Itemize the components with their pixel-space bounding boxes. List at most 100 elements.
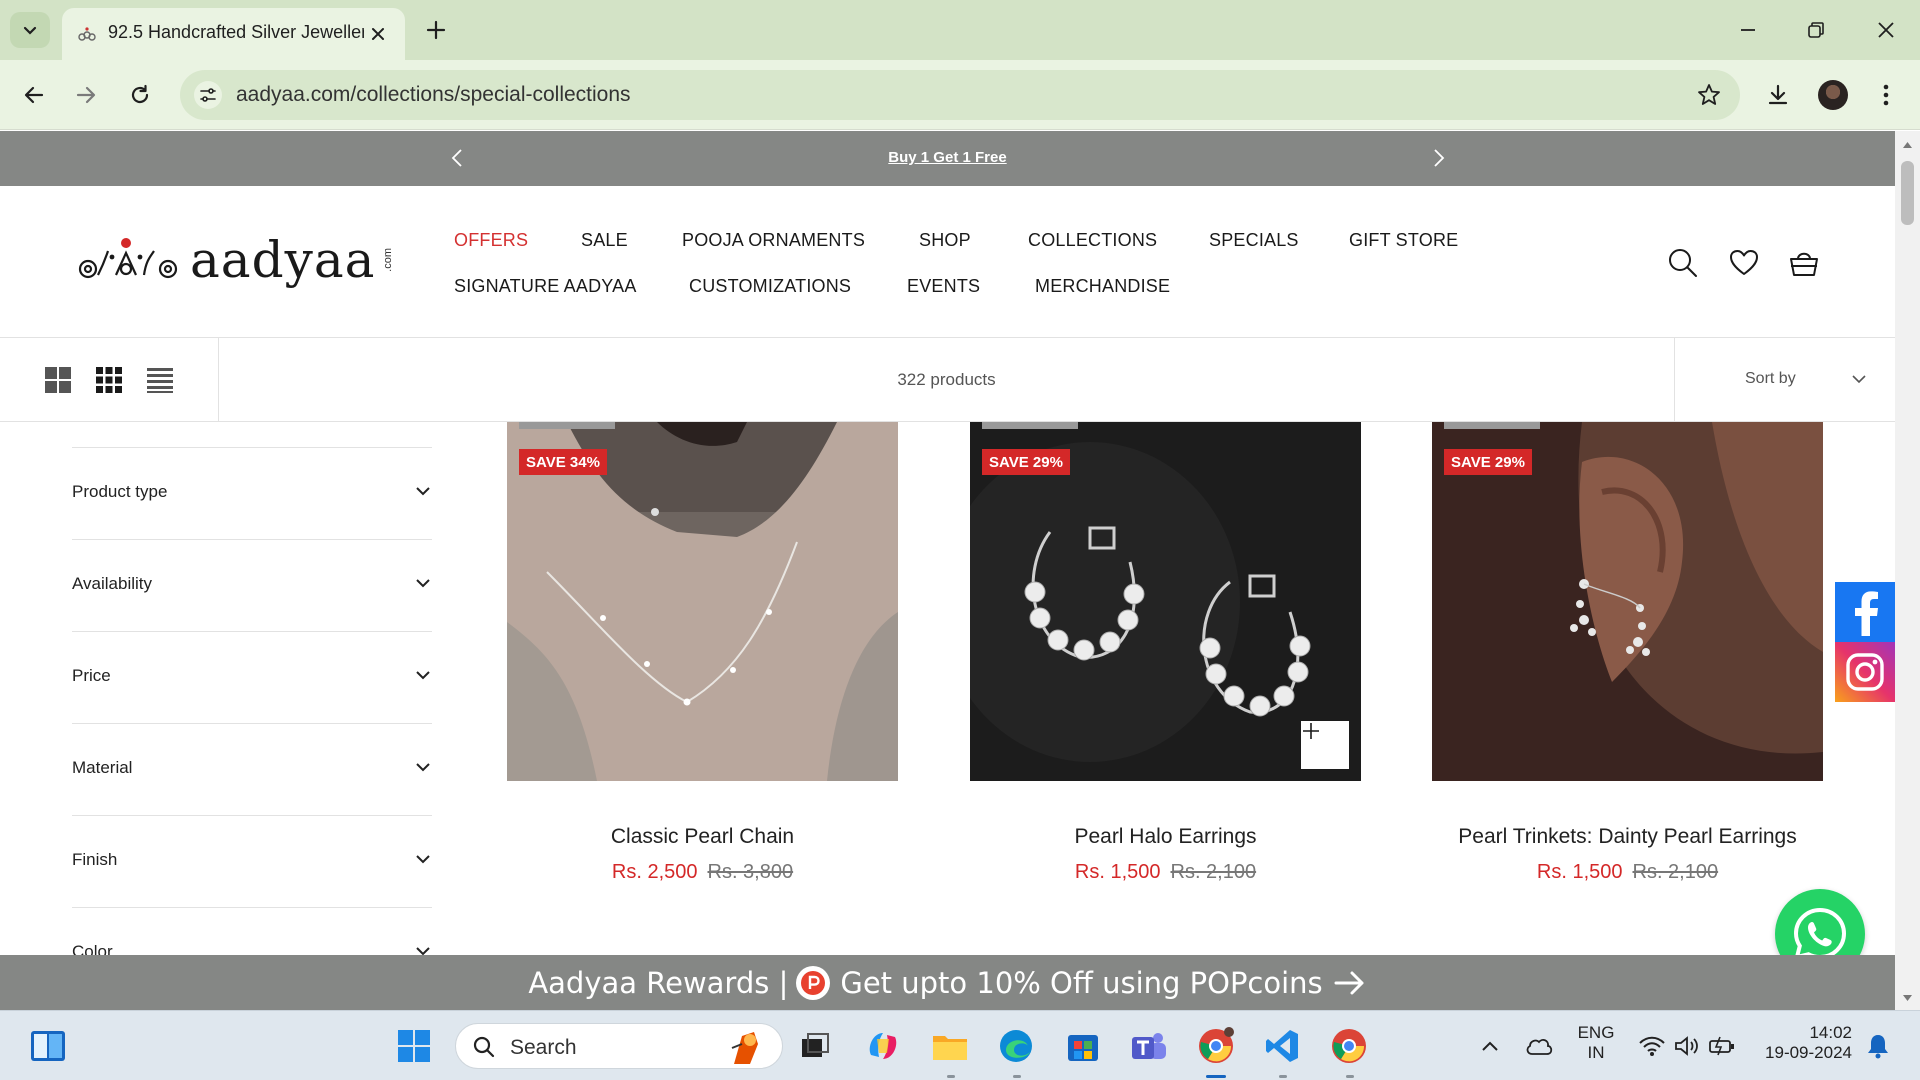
filter-availability[interactable]: Availability <box>72 539 432 631</box>
nav-gift-store[interactable]: GIFT STORE <box>1349 230 1458 251</box>
task-view-button[interactable] <box>795 1026 835 1066</box>
download-icon <box>1768 84 1788 105</box>
taskbar-search[interactable]: Search <box>455 1023 783 1069</box>
reload-icon <box>131 84 149 104</box>
product-card[interactable]: SAVE 29% Pearl Halo Earrings Rs. 1,500 Rs… <box>970 422 1361 884</box>
nav-events[interactable]: EVENTS <box>907 276 980 297</box>
filter-product-type[interactable]: Product type <box>72 447 432 539</box>
product-image[interactable]: SAVE 34% <box>507 422 898 781</box>
quick-settings-button[interactable] <box>1632 1026 1742 1066</box>
file-explorer-button[interactable] <box>930 1026 970 1066</box>
product-card[interactable]: SAVE 34% Classic Pearl Chain Rs. 2,500 Rs… <box>507 422 898 884</box>
product-title[interactable]: Classic Pearl Chain <box>507 825 898 849</box>
product-photo-necklace <box>507 422 898 781</box>
battery-icon <box>1709 1036 1734 1056</box>
scroll-up-icon[interactable] <box>1895 135 1920 155</box>
grid-large-icon[interactable] <box>44 366 72 394</box>
chrome-icon <box>1199 1027 1234 1063</box>
tray-overflow-button[interactable] <box>1470 1026 1510 1066</box>
forward-icon <box>76 86 96 104</box>
chevron-down-icon <box>416 579 430 588</box>
active-tab[interactable]: 92.5 Handcrafted Silver Jewellery <box>62 8 405 60</box>
nav-signature-aadyaa[interactable]: SIGNATURE AADYAA <box>454 276 637 297</box>
vscode-icon <box>1266 1030 1298 1062</box>
url-text[interactable]: aadyaa.com/collections/special-collectio… <box>236 83 631 107</box>
teams-button[interactable] <box>1129 1026 1169 1066</box>
onedrive-button[interactable] <box>1519 1026 1559 1066</box>
tab-search-button[interactable] <box>10 12 50 48</box>
list-icon[interactable] <box>146 366 174 394</box>
grid-small-icon[interactable] <box>95 366 123 394</box>
window-close-button[interactable] <box>1872 16 1900 44</box>
scrollbar-thumb[interactable] <box>1901 161 1914 225</box>
nav-pooja-ornaments[interactable]: POOJA ORNAMENTS <box>682 230 865 251</box>
notifications-button[interactable] <box>1858 1026 1898 1066</box>
profile-avatar[interactable] <box>1818 80 1848 110</box>
nav-shop[interactable]: SHOP <box>919 230 971 251</box>
nav-specials[interactable]: SPECIALS <box>1209 230 1299 251</box>
basket-icon[interactable] <box>1787 246 1821 280</box>
back-button[interactable] <box>18 79 50 111</box>
minimize-button[interactable] <box>1734 16 1762 44</box>
nav-offers[interactable]: OFFERS <box>454 230 528 251</box>
search-icon <box>473 1036 495 1058</box>
volume-icon <box>1675 1036 1698 1056</box>
star-icon[interactable] <box>1696 82 1722 108</box>
product-count: 322 products <box>897 370 996 389</box>
site-info-button[interactable] <box>194 81 222 109</box>
chevron-right-icon[interactable] <box>1428 147 1448 169</box>
arrow-right-icon <box>1334 971 1364 994</box>
plus-icon[interactable] <box>422 16 450 44</box>
sort-dropdown[interactable]: Sort by <box>1674 338 1895 422</box>
nav-merchandise[interactable]: MERCHANDISE <box>1035 276 1170 297</box>
vscode-button[interactable] <box>1262 1026 1302 1066</box>
product-price: Rs. 2,500 Rs. 3,800 <box>507 861 898 884</box>
filter-finish[interactable]: Finish <box>72 815 432 907</box>
widgets-button[interactable] <box>28 1026 68 1066</box>
wifi-icon <box>1639 1036 1665 1056</box>
kebab-menu-icon <box>1883 84 1889 106</box>
product-image[interactable]: SAVE 29% <box>970 422 1361 781</box>
facebook-link[interactable] <box>1835 582 1895 642</box>
save-badge: SAVE 29% <box>982 449 1070 475</box>
forward-button[interactable] <box>70 79 102 111</box>
clock[interactable]: 14:02 19-09-2024 <box>1752 1023 1852 1063</box>
product-card[interactable]: SAVE 29% Pearl Trinkets: Dainty Pearl Ea… <box>1432 422 1823 884</box>
announcement-bar: Buy 1 Get 1 Free <box>0 131 1895 186</box>
filter-label: Availability <box>72 574 153 593</box>
nav-sale[interactable]: SALE <box>581 230 628 251</box>
search-icon[interactable] <box>1666 246 1700 280</box>
store-button[interactable] <box>1063 1026 1103 1066</box>
copilot-button[interactable] <box>863 1026 903 1066</box>
reload-button[interactable] <box>124 79 156 111</box>
restore-button[interactable] <box>1802 16 1830 44</box>
instagram-link[interactable] <box>1835 642 1895 702</box>
windows-taskbar: Search ENG IN 14:02 19-09-2024 <box>0 1010 1920 1080</box>
language-indicator[interactable]: ENG IN <box>1572 1023 1620 1063</box>
product-image[interactable]: SAVE 29% <box>1432 422 1823 781</box>
close-icon[interactable] <box>367 23 389 45</box>
scroll-down-icon[interactable] <box>1895 988 1920 1008</box>
rewards-banner[interactable]: Aadyaa Rewards | Get upto 10% Off using … <box>0 955 1895 1010</box>
chrome-profile-button[interactable] <box>1329 1026 1369 1066</box>
site-info-icon <box>200 88 216 102</box>
address-bar[interactable]: aadyaa.com/collections/special-collectio… <box>180 70 1740 120</box>
task-view-icon <box>802 1033 829 1057</box>
start-button[interactable] <box>394 1026 434 1066</box>
nav-customizations[interactable]: CUSTOMIZATIONS <box>689 276 851 297</box>
nav-collections[interactable]: COLLECTIONS <box>1028 230 1157 251</box>
page-scrollbar[interactable] <box>1895 131 1920 1010</box>
site-logo[interactable]: aadyaa .com <box>76 230 394 290</box>
quick-add-button[interactable] <box>1301 721 1349 769</box>
filter-price[interactable]: Price <box>72 631 432 723</box>
browser-menu-button[interactable] <box>1870 79 1902 111</box>
product-title[interactable]: Pearl Trinkets: Dainty Pearl Earrings <box>1432 825 1823 849</box>
edge-button[interactable] <box>996 1026 1036 1066</box>
chrome-button[interactable] <box>1196 1026 1236 1066</box>
filter-material[interactable]: Material <box>72 723 432 815</box>
announcement-link[interactable]: Buy 1 Get 1 Free <box>0 149 1895 166</box>
downloads-button[interactable] <box>1762 79 1794 111</box>
product-title[interactable]: Pearl Halo Earrings <box>970 825 1361 849</box>
heart-icon[interactable] <box>1727 246 1761 280</box>
search-placeholder: Search <box>510 1036 577 1059</box>
